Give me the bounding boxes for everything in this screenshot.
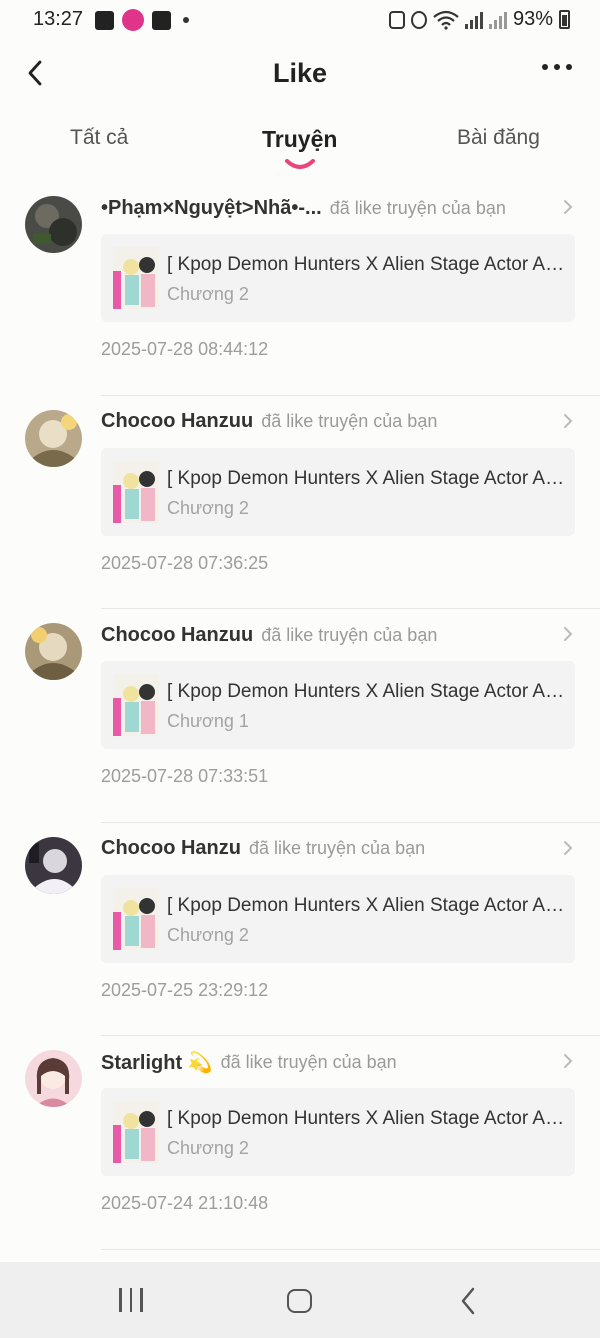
timestamp: 2025-07-28 07:33:51: [101, 766, 269, 786]
status-system-icons: 93%: [388, 8, 570, 31]
user-name[interactable]: Chocoo Hanzu: [101, 837, 241, 860]
more-dots-icon: [542, 64, 548, 70]
story-cover-image: [113, 887, 159, 950]
system-navigation-bar: [0, 1262, 600, 1338]
status-notification-icons: [95, 9, 189, 31]
like-action-text: đã like truyện của bạn: [329, 197, 506, 218]
battery-percentage: 93%: [512, 8, 553, 30]
gallery-icon: [95, 10, 114, 30]
story-title: [ Kpop Demon Hunters X Alien Stage Actor…: [167, 681, 565, 702]
chapter-label: Chương 2: [167, 924, 249, 945]
story-cover-image: [113, 460, 159, 523]
signal-2-icon: [488, 11, 507, 29]
app-badge-icon: [122, 9, 144, 31]
story-title: [ Kpop Demon Hunters X Alien Stage Actor…: [167, 467, 565, 489]
status-bar: 13:27 93%: [0, 0, 600, 38]
system-back-button[interactable]: [458, 1286, 478, 1316]
checkbox-icon: [152, 10, 171, 30]
chapter-label: Chương 1: [167, 711, 249, 731]
page-title: Like: [272, 58, 328, 88]
more-options-button[interactable]: [542, 64, 572, 70]
recent-apps-icon: [119, 1288, 122, 1312]
chapter-label: Chương 2: [167, 1138, 249, 1158]
story-title: [ Kpop Demon Hunters X Alien Stage Actor…: [167, 894, 565, 916]
chevron-right-icon: [564, 1054, 573, 1068]
list-item[interactable]: Chocoo Hanzuu đã like truyện của bạn [ K…: [0, 609, 600, 823]
avatar[interactable]: [25, 623, 82, 680]
story-title: [ Kpop Demon Hunters X Alien Stage Actor…: [167, 254, 565, 275]
tab-bar: Tất cả Truyện Bài đăng: [0, 118, 600, 178]
timestamp: 2025-07-28 07:36:25: [101, 552, 269, 573]
tab-stories[interactable]: Truyện: [262, 126, 337, 153]
recent-apps-button[interactable]: [119, 1288, 143, 1312]
list-item[interactable]: Chocoo Hanzu đã like truyện của bạn [ Kp…: [0, 823, 600, 1036]
timestamp: 2025-07-25 23:29:12: [101, 979, 269, 1000]
like-notification-list: •Phạm×Nguyệt>Nhã•-... đã like truyện của…: [0, 182, 600, 1250]
chapter-label: Chương 2: [167, 497, 249, 518]
story-card[interactable]: [ Kpop Demon Hunters X Alien Stage Actor…: [101, 1088, 575, 1176]
user-name[interactable]: •Phạm×Nguyệt>Nhã•-...: [101, 197, 322, 220]
wifi-icon: [433, 10, 459, 30]
home-button[interactable]: [287, 1289, 312, 1313]
like-action-text: đã like truyện của bạn: [261, 411, 438, 431]
list-item[interactable]: Starlight 💫 đã like truyện của bạn [ Kpo…: [0, 1036, 600, 1250]
story-card[interactable]: [ Kpop Demon Hunters X Alien Stage Actor…: [101, 447, 575, 536]
tab-posts[interactable]: Bài đăng: [457, 126, 540, 150]
list-item[interactable]: Chocoo Hanzuu đã like truyện của bạn [ K…: [0, 396, 600, 609]
status-time: 13:27: [33, 8, 84, 30]
more-notifications-dot-icon: [183, 17, 189, 23]
app-header: Like: [0, 40, 600, 110]
battery-icon: [559, 10, 570, 29]
avatar[interactable]: [25, 1050, 82, 1107]
story-card[interactable]: [ Kpop Demon Hunters X Alien Stage Actor…: [101, 661, 575, 749]
story-title: [ Kpop Demon Hunters X Alien Stage Actor…: [167, 1108, 565, 1129]
active-tab-indicator: [285, 159, 315, 169]
story-card[interactable]: [ Kpop Demon Hunters X Alien Stage Actor…: [101, 874, 575, 963]
alarm-icon: [410, 10, 427, 29]
lock-icon: [388, 10, 405, 29]
like-action-text: đã like truyện của bạn: [220, 1051, 397, 1072]
chapter-label: Chương 2: [167, 284, 249, 304]
story-cover-image: [113, 674, 159, 736]
like-action-text: đã like truyện của bạn: [261, 624, 438, 645]
avatar[interactable]: [25, 409, 82, 467]
list-item[interactable]: •Phạm×Nguyệt>Nhã•-... đã like truyện của…: [0, 182, 600, 396]
user-name[interactable]: Chocoo Hanzuu: [101, 410, 253, 433]
tab-all[interactable]: Tất cả: [70, 126, 128, 150]
story-card[interactable]: [ Kpop Demon Hunters X Alien Stage Actor…: [101, 234, 575, 322]
story-cover-image: [113, 247, 159, 309]
divider: [101, 1248, 600, 1250]
chevron-right-icon: [564, 840, 573, 855]
chevron-right-icon: [564, 413, 573, 428]
story-cover-image: [113, 1101, 159, 1163]
like-action-text: đã like truyện của bạn: [249, 838, 426, 858]
chevron-right-icon: [564, 200, 573, 214]
timestamp: 2025-07-28 08:44:12: [101, 339, 269, 359]
user-name[interactable]: Chocoo Hanzuu: [101, 624, 253, 647]
avatar[interactable]: [25, 836, 82, 894]
timestamp: 2025-07-24 21:10:48: [101, 1193, 269, 1213]
signal-icon: [464, 11, 483, 29]
chevron-right-icon: [564, 627, 573, 641]
user-name[interactable]: Starlight 💫: [101, 1050, 213, 1074]
avatar[interactable]: [25, 196, 82, 253]
